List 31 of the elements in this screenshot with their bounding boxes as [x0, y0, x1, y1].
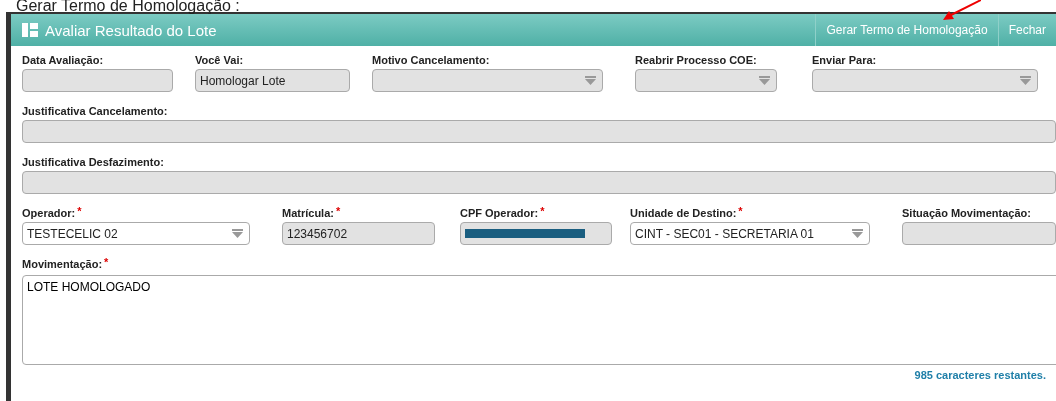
caret-icon	[585, 76, 596, 85]
field-label: Situação Movimentação:	[902, 206, 1031, 220]
required-mark: *	[335, 206, 341, 217]
dropdown-field[interactable]: CINT - SEC01 - SECRETARIA 01	[630, 222, 870, 245]
field-label: Justificativa Cancelamento:	[22, 104, 168, 118]
field-label: CPF Operador:	[460, 206, 539, 220]
field-label: Matrícula:	[282, 206, 334, 220]
required-mark: *	[540, 206, 545, 217]
caret-icon	[232, 229, 243, 238]
field-label: Motivo Cancelamento:	[372, 53, 490, 67]
caret-icon	[1020, 76, 1031, 85]
field-label: Movimentação:	[22, 257, 103, 271]
field-label: Reabrir Processo COE:	[635, 53, 757, 67]
required-mark: *	[77, 206, 82, 217]
layout-icon	[22, 23, 38, 37]
required-mark: *	[738, 206, 743, 217]
field-label: Você Vai:	[195, 53, 244, 67]
window-title: Avaliar Resultado do Lote	[45, 21, 217, 39]
dropdown-field[interactable]: TESTECELIC 02	[22, 222, 250, 245]
required-mark: *	[104, 257, 109, 268]
caret-icon	[852, 229, 863, 238]
annotation-arrow	[941, 0, 981, 22]
field-label: Justificativa Desfazimento:	[22, 155, 164, 169]
field-label: Data Avaliação:	[22, 53, 104, 67]
slide-caption: Gerar Termo de Homologação :	[16, 0, 240, 12]
field-label: Enviar Para:	[812, 53, 877, 67]
field-label: Unidade de Destino:	[630, 206, 737, 220]
field-label: Operador:	[22, 206, 76, 220]
character-counter: 985 caracteres restantes.	[914, 369, 1046, 381]
caret-icon	[759, 76, 770, 85]
text-area[interactable]: LOTE HOMOLOGADO	[22, 275, 1056, 365]
